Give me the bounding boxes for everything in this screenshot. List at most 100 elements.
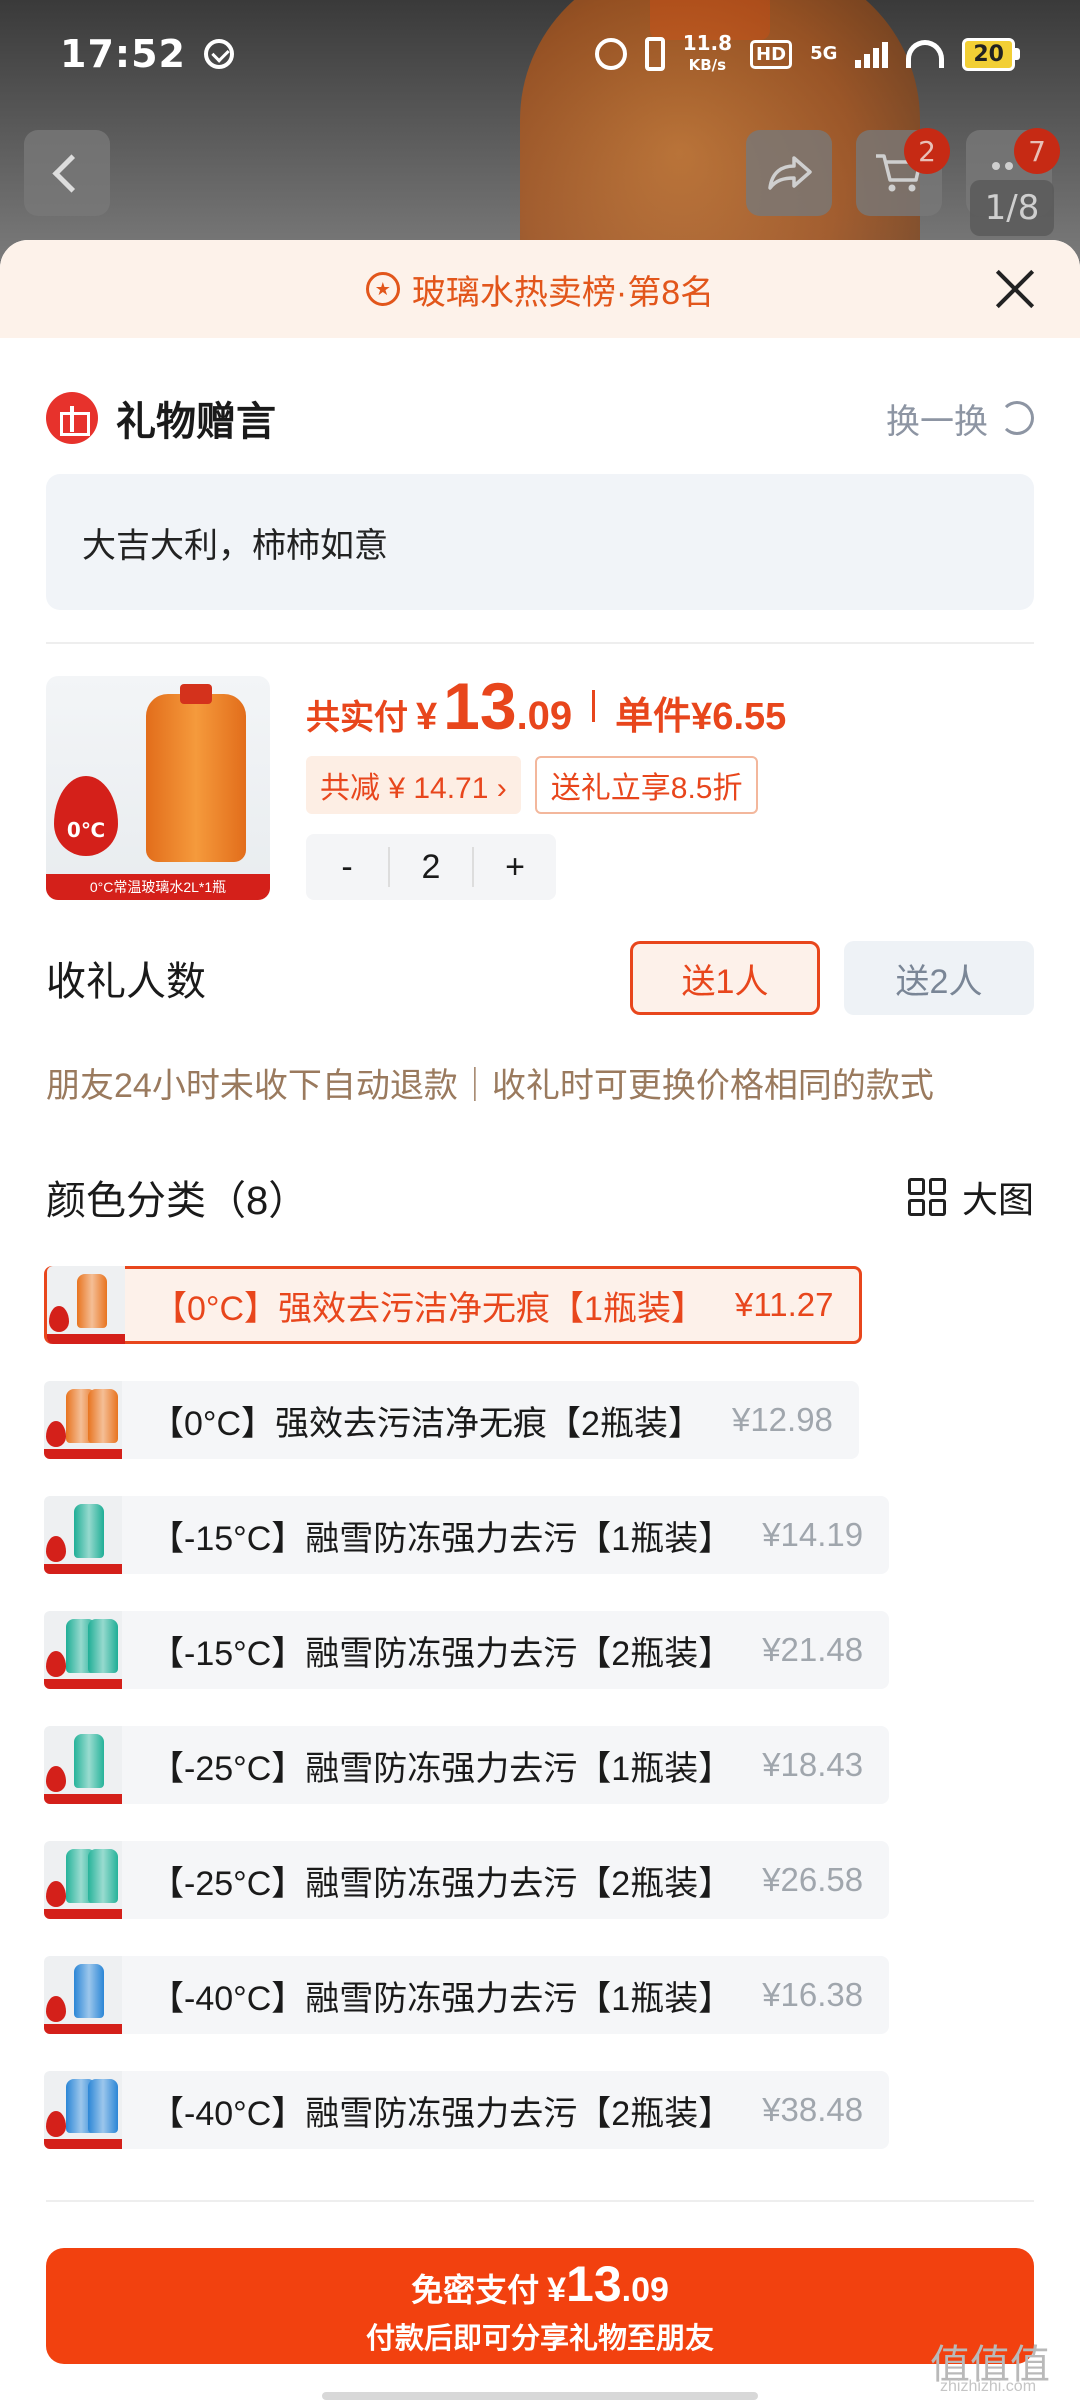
variant-name: 【0°C】强效去污洁净无痕【2瓶装】 [150,1404,702,1443]
refresh-icon [1000,401,1034,435]
gift-sheet: ★ 玻璃水热卖榜·第8名 礼物赠言 换一换 大吉大利，柿柿如意 0℃ 0°C常温… [0,240,1080,2408]
thumbnail-caption-bar [44,1564,122,1574]
refresh-label: 换一换 [886,402,988,441]
savings-tag[interactable]: 共减 ¥ 14.71 › [306,756,521,814]
total-integer: 13 [443,669,517,743]
gift-message-title: 礼物赠言 [116,400,276,444]
battery-tip [1015,48,1020,60]
net-speed-value: 11.8 [682,31,733,55]
quantity-field[interactable]: 2 [388,847,474,887]
thumbnail-caption-bar [44,1909,122,1919]
unit-price: 单件¥6.55 [615,696,787,738]
home-indicator[interactable] [322,2392,758,2400]
back-button[interactable] [24,130,110,216]
variant-option[interactable]: 【-25°C】融雪防冻强力去污【1瓶装】 ¥18.43 [44,1726,890,1804]
price-separator [592,690,596,722]
thumbnail-caption-bar [44,2139,122,2149]
network-type: 5G [810,43,838,64]
share-icon [768,156,812,190]
product-image-caption: 0°C常温玻璃水2L*1瓶 [46,874,270,900]
variant-option[interactable]: 【-15°C】融雪防冻强力去污【1瓶装】 ¥14.19 [44,1496,890,1574]
gift-icon [46,392,98,444]
cart-button[interactable]: 2 [856,128,950,216]
gift-message-text: 大吉大利，柿柿如意 [82,526,388,565]
big-view-toggle[interactable]: 大图 [907,1171,1034,1223]
sync-icon [203,39,234,69]
thumbnail-caption-bar [47,1334,125,1344]
recipient-option-one[interactable]: 送1人 [630,941,820,1015]
refund-notice: 朋友24小时未收下自动退款｜收礼时可更换价格相同的款式 [46,1067,934,1105]
product-bottle-image [146,684,246,862]
thumbnail-caption-bar [44,1449,122,1459]
drop-icon [46,1651,66,1677]
variant-price: ¥16.38 [762,1976,864,2013]
variant-price: ¥18.43 [762,1746,864,1783]
message-badge: 7 [1014,128,1060,174]
net-speed: 11.8 KB/s [683,33,732,75]
image-index: 1/8 [970,180,1054,236]
pay-subtitle: 付款后即可分享礼物至朋友 [365,2323,714,2355]
rank-banner[interactable]: ★ 玻璃水热卖榜·第8名 [0,240,1080,338]
variant-thumbnail [44,1381,122,1459]
pay-currency: ¥ [547,2271,567,2309]
close-button[interactable] [994,268,1036,310]
share-button[interactable] [746,130,832,216]
battery-icon: 20 [962,37,1020,71]
wifi-icon [906,40,945,68]
pay-button[interactable]: 免密支付 ¥ 13 .09 付款后即可分享礼物至朋友 [46,2248,1034,2364]
drop-icon [46,1536,66,1562]
variant-option[interactable]: 【-40°C】融雪防冻强力去污【1瓶装】 ¥16.38 [44,1956,890,2034]
drop-icon [46,1881,66,1907]
battery-level: 20 [962,37,1015,71]
variant-price: ¥11.27 [734,1286,834,1323]
big-view-label: 大图 [961,1179,1034,1220]
variants-title: 颜色分类（8） [46,1179,309,1223]
variant-option[interactable]: 【-25°C】融雪防冻强力去污【2瓶装】 ¥26.58 [44,1841,890,1919]
pay-amount-decimal: .09 [621,2271,669,2309]
bottle-icon [77,1274,107,1328]
bottle-icon [74,1734,104,1788]
grid-icon [907,1178,946,1216]
variant-option[interactable]: 【0°C】强效去污洁净无痕【2瓶装】 ¥12.98 [44,1381,859,1459]
variant-price: ¥12.98 [731,1401,833,1438]
temperature-badge: 0℃ [54,776,118,856]
decrease-button[interactable]: - [306,848,388,887]
bottle-icon [74,1504,104,1558]
refresh-message-button[interactable]: 换一换 [886,394,1034,443]
signal-icon [855,40,889,68]
variant-price: ¥38.48 [762,2091,864,2128]
status-bar: 17:52 11.8 KB/s HD 5G 20 [0,0,1080,108]
status-time: 17:52 [60,32,186,76]
bottle-icon [88,1849,118,1903]
variant-name: 【-15°C】融雪防冻强力去污【1瓶装】 [150,1519,733,1558]
variant-name: 【-40°C】融雪防冻强力去污【2瓶装】 [150,2094,733,2133]
variant-option[interactable]: 【0°C】强效去污洁净无痕【1瓶装】 ¥11.27 [44,1266,863,1344]
vibrate-icon [644,37,665,71]
hd-icon: HD [750,39,793,69]
thumbnail-caption-bar [44,1794,122,1804]
variant-price: ¥14.19 [762,1516,864,1553]
variant-thumbnail [44,2071,122,2149]
thumbnail-caption-bar [44,1679,122,1689]
product-thumbnail[interactable]: 0℃ 0°C常温玻璃水2L*1瓶 [46,676,270,900]
total-decimal: .09 [516,694,573,738]
pay-label: 免密支付 [411,2272,540,2308]
bottle-icon [88,2079,118,2133]
variant-option[interactable]: 【-40°C】融雪防冻强力去污【2瓶装】 ¥38.48 [44,2071,890,2149]
total-label: 共实付 [306,699,408,737]
pay-amount-integer: 13 [566,2256,622,2312]
drop-icon [46,2111,66,2137]
variant-price: ¥21.48 [762,1631,864,1668]
variant-option[interactable]: 【-15°C】融雪防冻强力去污【2瓶装】 ¥21.48 [44,1611,890,1689]
variant-name: 【-25°C】融雪防冻强力去污【2瓶装】 [150,1864,733,1903]
recipient-option-two[interactable]: 送2人 [844,941,1034,1015]
bottle-icon [74,1964,104,2018]
net-speed-unit: KB/s [688,56,727,74]
medal-icon: ★ [365,272,400,306]
currency-symbol: ¥ [416,696,438,738]
variant-name: 【-40°C】融雪防冻强力去污【1瓶装】 [150,1979,733,2018]
discount-tag: 送礼立享8.5折 [534,756,759,814]
gift-message-input[interactable]: 大吉大利，柿柿如意 [46,474,1034,610]
increase-button[interactable]: + [474,848,556,887]
variant-price: ¥26.58 [762,1861,864,1898]
